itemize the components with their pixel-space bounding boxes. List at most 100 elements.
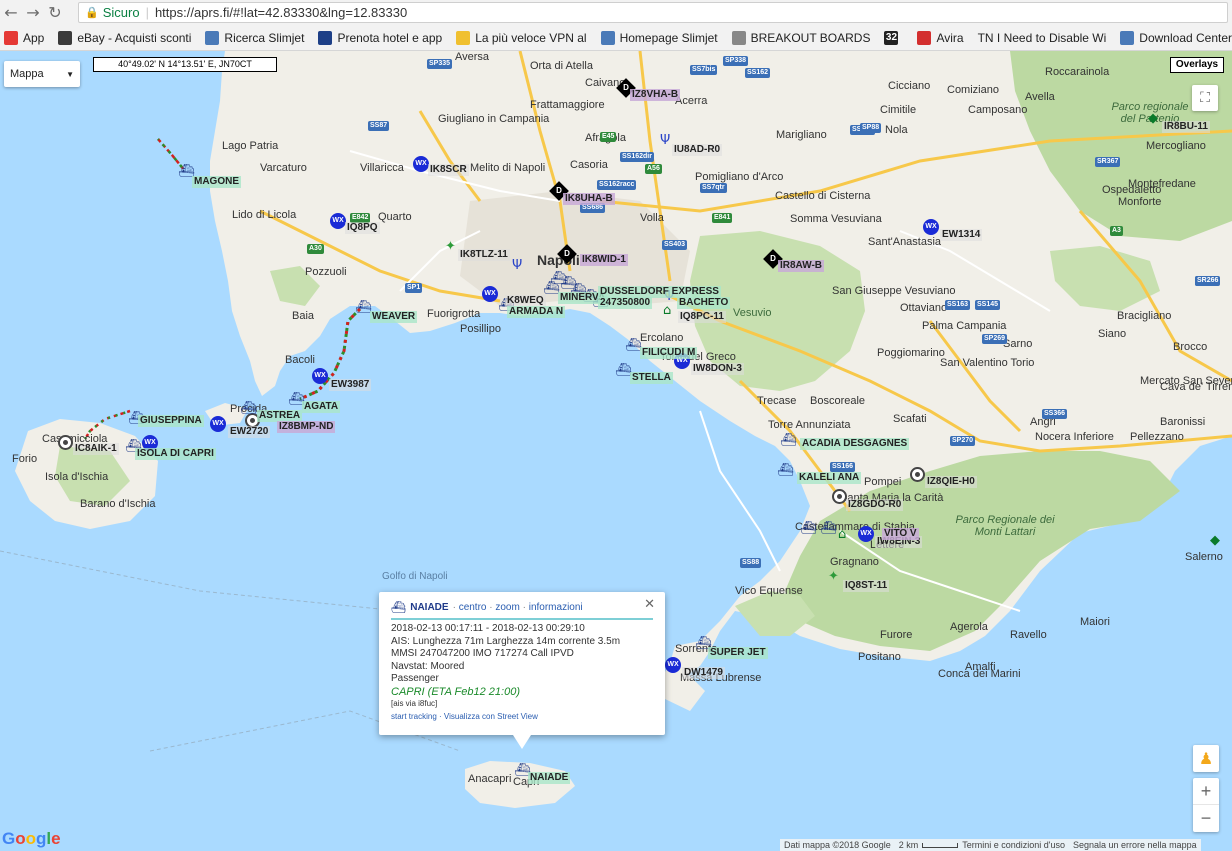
bookmark-item[interactable]: BREAKOUT BOARDS xyxy=(731,30,870,45)
place-label: Volla xyxy=(640,212,664,224)
weather-station-icon[interactable]: WX xyxy=(482,286,498,302)
place-label: Cimitile xyxy=(880,104,917,116)
ship-icon[interactable]: ⛴ xyxy=(820,521,837,536)
radar-target-icon[interactable] xyxy=(832,489,847,504)
reload-icon[interactable]: ↻ xyxy=(44,2,66,24)
antenna-icon[interactable]: Ψ xyxy=(512,258,522,273)
station-label[interactable]: AGATA xyxy=(302,401,341,413)
station-label[interactable]: IQ8PQ xyxy=(345,222,380,234)
back-arrow-icon[interactable]: ← xyxy=(0,2,22,24)
station-label[interactable]: IQ8ST-11 xyxy=(843,580,890,592)
place-label: Trecase xyxy=(757,395,797,407)
weather-station-icon[interactable]: WX xyxy=(330,213,346,229)
ship-icon[interactable]: ⛴ xyxy=(240,401,257,416)
digipeater-icon[interactable]: D xyxy=(557,244,577,264)
ship-icon[interactable]: ⛴ xyxy=(777,463,794,478)
station-label[interactable]: IC8AIK-1 xyxy=(73,443,119,455)
station-label[interactable]: EW3987 xyxy=(329,379,372,391)
tracking-links[interactable]: start tracking · Visualizza con Street V… xyxy=(391,711,653,724)
station-label[interactable]: IR8BU-11 xyxy=(1162,121,1210,133)
zoom-in-button[interactable]: + xyxy=(1193,778,1219,805)
star-icon[interactable]: ◆ xyxy=(1210,533,1220,548)
bookmark-item[interactable]: Prenota hotel e app xyxy=(318,30,442,45)
station-label[interactable]: KALELI ANA xyxy=(797,472,862,484)
star-icon[interactable]: ✦ xyxy=(445,239,456,254)
station-label[interactable]: BACHETO xyxy=(677,297,731,309)
station-label[interactable]: IR8AW-B xyxy=(778,260,825,272)
station-label[interactable]: MAGONE xyxy=(192,176,241,188)
station-label[interactable]: EW1314 xyxy=(940,229,983,241)
ship-icon[interactable]: ⛴ xyxy=(800,521,817,536)
weather-station-icon[interactable]: WX xyxy=(923,219,939,235)
station-label[interactable]: GIUSEPPINA xyxy=(138,415,204,427)
bookmark-item[interactable]: App xyxy=(4,30,44,45)
station-label[interactable]: IZ8BMP-ND xyxy=(277,421,336,433)
weather-station-icon[interactable]: WX xyxy=(413,156,429,172)
station-label[interactable]: IQ8PC-11 xyxy=(678,311,726,323)
station-label[interactable]: IZ8QIE-H0 xyxy=(925,476,977,488)
station-label[interactable]: FILICUDI M xyxy=(640,347,698,359)
place-label: Ercolano xyxy=(640,332,684,344)
station-label[interactable]: SUPER JET xyxy=(708,647,768,659)
bookmark-item[interactable]: Download Center xyxy=(1120,30,1232,45)
bookmark-item[interactable]: Avira xyxy=(917,30,964,45)
star-icon[interactable]: ◆ xyxy=(1148,111,1158,126)
bookmark-item[interactable]: Homepage Slimjet xyxy=(600,30,718,45)
station-label[interactable]: IK8SCR xyxy=(428,164,469,176)
station-label[interactable]: IZ8VHA-B xyxy=(630,89,681,101)
station-label[interactable]: IU8AD-R0 xyxy=(672,144,723,156)
radar-target-icon[interactable] xyxy=(58,435,73,450)
ebay-bag-icon xyxy=(58,30,73,45)
station-label[interactable]: ACADIA DESGAGNES xyxy=(800,438,910,450)
bookmark-item[interactable]: La più veloce VPN al xyxy=(456,30,587,45)
place-label: Sarno xyxy=(1003,338,1033,350)
address-bar[interactable]: 🔒 Sicuro | https://aprs.fi/#!lat=42.8333… xyxy=(78,2,1228,23)
radar-target-icon[interactable] xyxy=(910,467,925,482)
house-icon[interactable]: ⌂ xyxy=(838,527,846,542)
zoom-link[interactable]: zoom xyxy=(495,602,519,613)
bookmark-item[interactable]: 32 xyxy=(884,30,903,45)
bookmark-item[interactable]: eBay - Acquisti sconti xyxy=(58,30,191,45)
antenna-icon[interactable]: Ψ xyxy=(660,133,670,148)
overlays-button[interactable]: Overlays xyxy=(1170,57,1224,73)
station-label[interactable]: IZ8GDO-R0 xyxy=(846,499,904,511)
centro-link[interactable]: centro xyxy=(459,602,487,613)
url-text[interactable]: https://aprs.fi/#!lat=42.83330&lng=12.83… xyxy=(155,5,407,20)
zoom-out-button[interactable]: − xyxy=(1193,805,1219,832)
station-label[interactable]: STELLA xyxy=(630,372,673,384)
station-label[interactable]: EW2720 xyxy=(228,426,271,438)
ship-icon[interactable]: ⛴ xyxy=(780,433,797,448)
informazioni-link[interactable]: informazioni xyxy=(529,602,583,613)
place-label: Baia xyxy=(292,310,315,322)
station-label[interactable]: IK8UHA-B xyxy=(563,193,615,205)
map-canvas[interactable]: Aversa Orta di Atella Caivano Acerra Giuglia… xyxy=(0,51,1232,851)
report-error-link[interactable]: Segnala un errore nella mappa xyxy=(1069,840,1201,850)
weather-station-icon[interactable]: WX xyxy=(665,657,681,673)
station-label[interactable]: ARMADA N xyxy=(507,306,566,318)
terms-link[interactable]: Termini e condizioni d'uso xyxy=(958,840,1069,850)
station-label[interactable]: NAIADE xyxy=(528,772,571,784)
station-label[interactable]: IW8DON-3 xyxy=(691,363,744,375)
station-label[interactable]: 247350800 xyxy=(598,297,653,309)
station-label[interactable]: IK8WID-1 xyxy=(580,254,628,266)
station-label[interactable]: VITO V xyxy=(882,528,919,540)
place-label: Sant'Anastasia xyxy=(868,236,942,248)
bookmark-item[interactable]: TN I Need to Disable Wi xyxy=(978,31,1107,45)
weather-station-icon[interactable]: WX xyxy=(312,368,328,384)
forward-arrow-icon[interactable]: → xyxy=(22,2,44,24)
bookmark-item[interactable]: Ricerca Slimjet xyxy=(205,30,304,45)
station-label[interactable]: DW1479 xyxy=(682,667,725,679)
pegman-icon[interactable]: ♟ xyxy=(1193,745,1219,772)
weather-station-icon[interactable]: WX xyxy=(858,526,874,542)
weather-station-icon[interactable]: WX xyxy=(210,416,226,432)
place-label: Scafati xyxy=(893,413,927,425)
star-icon[interactable]: ✦ xyxy=(828,569,839,584)
station-label[interactable]: IK8TLZ-11 xyxy=(458,249,510,261)
house-icon[interactable]: ⌂ xyxy=(663,303,671,318)
close-icon[interactable]: ✕ xyxy=(644,597,655,612)
road-shield: E45 xyxy=(600,132,617,142)
map-type-select[interactable]: Mappa ▼ xyxy=(4,61,80,87)
station-label[interactable]: WEAVER xyxy=(370,311,418,323)
station-label[interactable]: ISOLA DI CAPRI xyxy=(135,448,216,460)
fullscreen-icon[interactable]: ⛶ xyxy=(1192,85,1218,111)
